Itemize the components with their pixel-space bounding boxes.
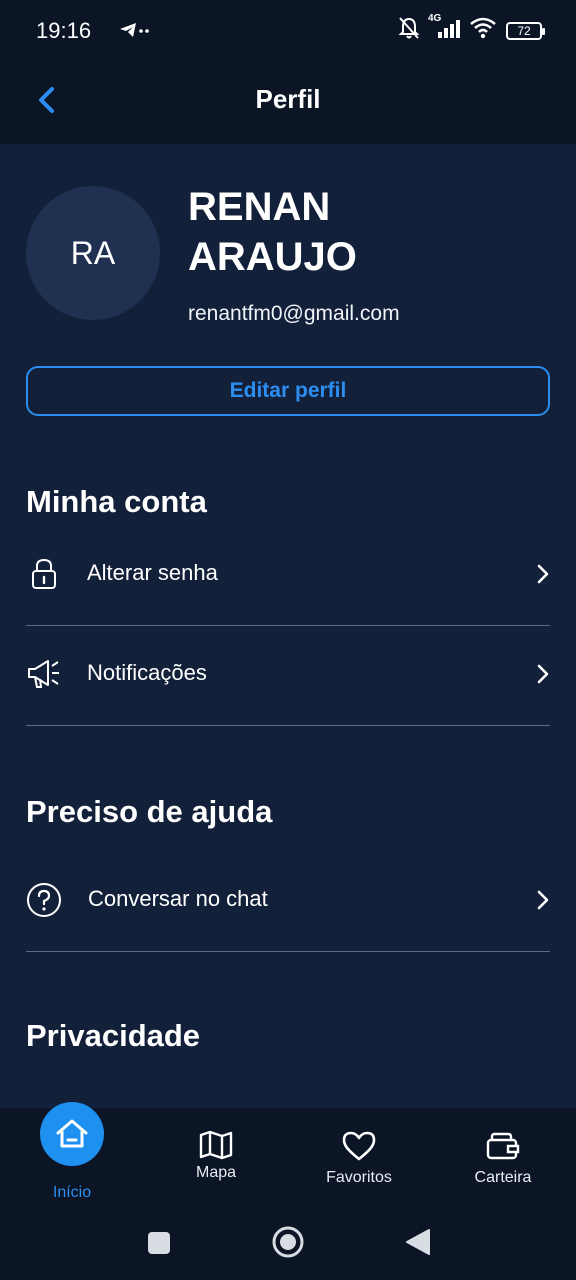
nav-item-map[interactable]: Mapa — [161, 1108, 271, 1208]
back-system-button[interactable] — [405, 1228, 431, 1261]
app-bar: Perfil — [0, 62, 576, 144]
page-title: Perfil — [255, 84, 321, 114]
system-nav-bar — [0, 1208, 576, 1280]
map-icon — [199, 1130, 233, 1160]
recent-apps-button[interactable] — [147, 1231, 171, 1260]
user-name: RENAN ARAUJO — [188, 185, 357, 279]
menu-item-label: Notificações — [87, 660, 207, 685]
home-system-button[interactable] — [272, 1226, 304, 1263]
help-circle-icon — [26, 882, 62, 918]
nav-item-favorites[interactable]: Favoritos — [304, 1108, 414, 1208]
home-icon — [56, 1119, 88, 1148]
nav-label: Carteira — [474, 1169, 532, 1186]
network-type: 4G — [428, 13, 442, 24]
nav-item-wallet[interactable]: Carteira — [448, 1108, 558, 1208]
avatar-initials: RA — [70, 234, 116, 271]
bottom-nav: Início Mapa Favoritos Carteira — [0, 1102, 576, 1208]
wifi-icon — [470, 17, 496, 44]
nav-label: Início — [52, 1184, 92, 1201]
bell-off-icon — [398, 16, 420, 45]
nav-label: Mapa — [195, 1164, 237, 1181]
nav-label: Favoritos — [326, 1169, 392, 1186]
signal-icon: 4G — [428, 13, 460, 44]
battery-indicator: 72 — [506, 21, 545, 40]
lock-icon — [26, 556, 62, 592]
menu-item-notifications[interactable]: Notificações — [26, 626, 550, 726]
circle-icon — [272, 1226, 304, 1258]
menu-item-change-password[interactable]: Alterar senha — [26, 526, 550, 626]
heart-icon — [342, 1131, 376, 1161]
chevron-right-icon — [537, 890, 549, 910]
status-time: 19:16 — [36, 18, 92, 43]
wallet-icon — [486, 1132, 520, 1160]
home-fab[interactable] — [40, 1102, 104, 1166]
edit-profile-button[interactable]: Editar perfil — [26, 366, 550, 416]
megaphone-icon — [26, 656, 62, 692]
user-email: renantfm0@gmail.com — [188, 302, 400, 325]
section-title-privacy: Privacidade — [26, 1018, 201, 1053]
chevron-right-icon — [537, 664, 549, 684]
menu-item-label: Alterar senha — [87, 560, 218, 585]
triangle-back-icon — [406, 1229, 430, 1255]
profile-content[interactable]: RA RENAN ARAUJO renantfm0@gmail.com Edit… — [0, 144, 576, 1110]
menu-item-chat[interactable]: Conversar no chat — [26, 852, 550, 952]
avatar: RA — [26, 186, 160, 320]
menu-item-label: Conversar no chat — [88, 886, 268, 911]
nav-item-home[interactable]: Início — [17, 1102, 127, 1208]
status-icons: 4G 72 — [398, 13, 545, 45]
section-title-help: Preciso de ajuda — [26, 794, 273, 829]
section-title-account: Minha conta — [26, 484, 207, 519]
telegram-icon — [118, 20, 150, 45]
chevron-right-icon — [537, 564, 549, 584]
status-bar: 19:16 4G 72 — [0, 0, 576, 62]
square-icon — [148, 1232, 170, 1254]
